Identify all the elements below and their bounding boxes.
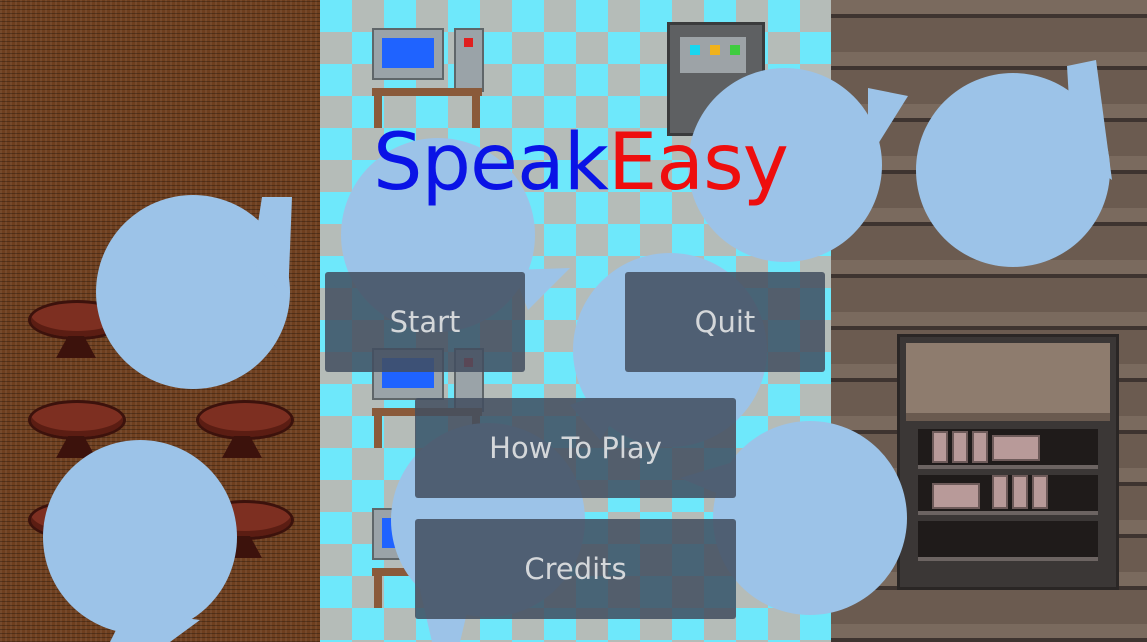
how-to-play-button[interactable]: How To Play (415, 398, 736, 498)
computer-desk (372, 28, 484, 128)
storage-cabinet (897, 334, 1119, 590)
credits-button[interactable]: Credits (415, 519, 736, 619)
start-button[interactable]: Start (325, 272, 525, 372)
quit-button[interactable]: Quit (625, 272, 825, 372)
storage-scene-background (831, 0, 1147, 642)
game-title-speak: Speak (373, 118, 609, 208)
game-title-easy: Easy (607, 118, 789, 208)
bar-scene-background (0, 0, 320, 642)
game-title: SpeakEasy (373, 124, 789, 202)
